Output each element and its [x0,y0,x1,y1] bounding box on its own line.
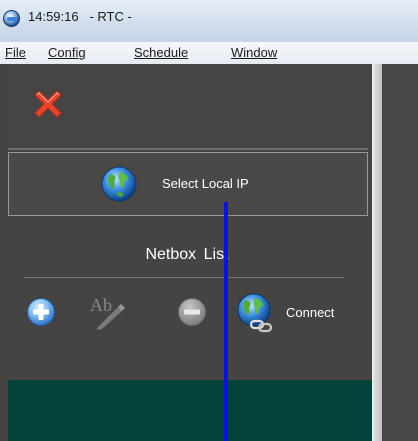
window-time: 14:59:16 [28,9,79,24]
title-bar: 14:59:16 - RTC - [0,0,418,42]
close-icon[interactable] [30,86,66,122]
close-area [8,64,368,150]
netbox-list-area[interactable] [8,380,372,441]
marker-line [224,202,228,441]
select-local-ip-label: Select Local IP [162,176,249,191]
connect-button[interactable]: Connect [234,291,352,335]
menu-file[interactable]: File [5,45,26,60]
panel-splitter[interactable] [372,64,382,441]
menu-schedule[interactable]: Schedule [134,45,188,60]
select-local-ip-button[interactable]: Select Local IP [8,152,368,216]
divider-line [24,277,344,278]
globe-app-icon[interactable] [3,10,20,27]
menu-config[interactable]: Config [48,45,86,60]
svg-text:Ab: Ab [90,295,112,315]
remove-icon[interactable] [177,297,207,327]
netbox-list-title: Netbox List [145,246,229,263]
globe-link-icon [237,293,273,333]
connect-label: Connect [286,305,335,320]
rename-icon[interactable]: Ab [88,291,128,331]
add-icon[interactable] [26,297,56,327]
menu-window[interactable]: Window [231,45,277,60]
window-app-title: - RTC - [89,9,132,24]
menu-bar: File Config Schedule Window [0,42,418,65]
window-title: 14:59:16 - RTC - [28,9,132,24]
right-panel [382,64,418,441]
globe-icon [101,166,137,202]
